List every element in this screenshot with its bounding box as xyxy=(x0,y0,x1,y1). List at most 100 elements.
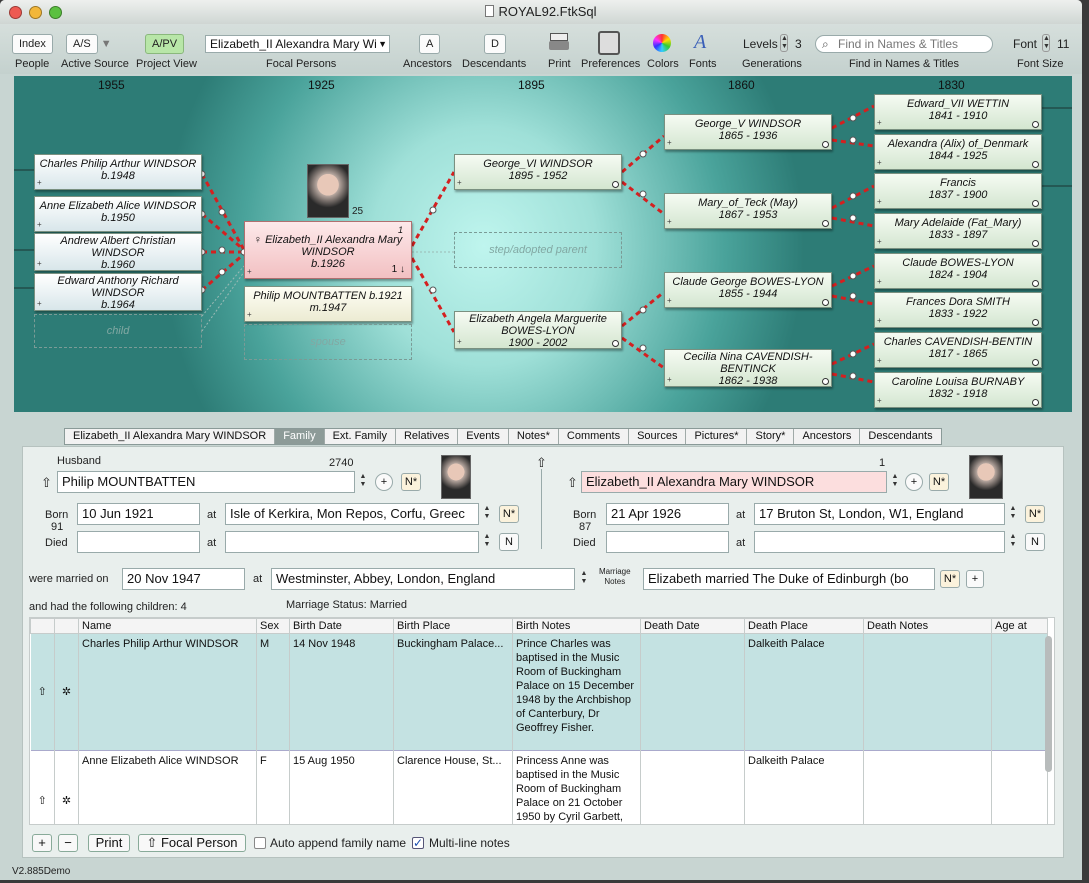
wife-stepper[interactable]: ▲ ▼ xyxy=(891,473,899,489)
wife-died-place-field[interactable] xyxy=(754,531,1005,553)
add-child-button[interactable]: + xyxy=(32,834,52,852)
husband-died-place-stepper[interactable]: ▲ ▼ xyxy=(483,533,491,549)
married-place-field[interactable]: Westminster, Abbey, London, England xyxy=(271,568,575,590)
spouse-placeholder[interactable]: spouse xyxy=(244,324,412,360)
arrow-up-icon[interactable]: ⇧ xyxy=(30,633,55,751)
child-age-cell[interactable] xyxy=(991,633,1048,751)
child-death-date-cell[interactable] xyxy=(640,750,745,824)
grandparent-card[interactable]: George_V WINDSOR 1865 - 1936 + xyxy=(664,114,832,150)
asterisk-icon[interactable]: ✲ xyxy=(54,633,79,751)
married-date-field[interactable]: 20 Nov 1947 xyxy=(122,568,245,590)
focal-person-select[interactable]: Elizabeth_II Alexandra Mary Wi ▼ xyxy=(205,35,390,53)
descendants-button[interactable]: D xyxy=(484,34,506,54)
husband-died-date-field[interactable] xyxy=(77,531,200,553)
tab-story[interactable]: Story* xyxy=(747,429,795,444)
tab-events[interactable]: Events xyxy=(458,429,509,444)
parent-card-mother[interactable]: Elizabeth Angela Marguerite BOWES-LYON 19… xyxy=(454,311,622,349)
child-name-cell[interactable]: Anne Elizabeth Alice WINDSOR xyxy=(78,750,257,824)
child-birth-place-cell[interactable]: Buckingham Palace... xyxy=(393,633,513,751)
wife-died-notes-button[interactable]: N xyxy=(1025,533,1045,551)
husband-born-notes-button[interactable]: N* xyxy=(499,505,519,523)
auto-append-checkbox[interactable] xyxy=(254,837,266,849)
printer-icon[interactable] xyxy=(549,33,569,55)
column-header[interactable] xyxy=(54,618,79,634)
close-button[interactable] xyxy=(9,6,22,19)
child-death-place-cell[interactable]: Dalkeith Palace xyxy=(744,633,864,751)
great-grandparent-card[interactable]: Edward_VII WETTIN 1841 - 1910 + xyxy=(874,94,1042,130)
grandparent-card[interactable]: Mary_of_Teck (May) 1867 - 1953 + xyxy=(664,193,832,229)
child-card[interactable]: Charles Philip Arthur WINDSOR b.1948 + xyxy=(34,154,202,190)
wife-born-notes-button[interactable]: N* xyxy=(1025,505,1045,523)
index-button[interactable]: Index xyxy=(12,34,53,54)
levels-stepper[interactable]: ▲ ▼ xyxy=(780,34,788,52)
tab-sources[interactable]: Sources xyxy=(629,429,687,444)
chevron-down-icon[interactable]: ▼ xyxy=(101,38,112,50)
column-header[interactable]: Death Date xyxy=(640,618,745,634)
print-button[interactable]: Print xyxy=(88,834,130,852)
wife-born-place-field[interactable]: 17 Bruton St, London, W1, England xyxy=(754,503,1005,525)
font-size-stepper[interactable]: ▲ ▼ xyxy=(1042,34,1050,52)
column-header[interactable]: Death Place xyxy=(744,618,864,634)
tab-descendants[interactable]: Descendants xyxy=(860,429,940,444)
tab-comments[interactable]: Comments xyxy=(559,429,630,444)
focal-person-button[interactable]: ⇧ Focal Person xyxy=(138,834,246,852)
parent-card-father[interactable]: George_VI WINDSOR 1895 - 1952 + xyxy=(454,154,622,190)
project-view-button[interactable]: A/PV xyxy=(145,34,185,54)
zoom-button[interactable] xyxy=(49,6,62,19)
wife-died-date-field[interactable] xyxy=(606,531,729,553)
child-card[interactable]: Edward Anthony Richard WINDSOR b.1964 + xyxy=(34,273,202,311)
minimize-button[interactable] xyxy=(29,6,42,19)
husband-born-place-field[interactable]: Isle of Kerkira, Mon Repos, Corfu, Greec xyxy=(225,503,479,525)
child-death-notes-cell[interactable] xyxy=(863,633,992,751)
column-header[interactable]: Sex xyxy=(256,618,290,634)
child-name-cell[interactable]: Charles Philip Arthur WINDSOR xyxy=(78,633,257,751)
add-wife-button[interactable]: + xyxy=(905,473,923,491)
grandparent-card[interactable]: Claude George BOWES-LYON 1855 - 1944 + xyxy=(664,272,832,308)
marriage-notes-field[interactable]: Elizabeth married The Duke of Edinburgh … xyxy=(643,568,935,590)
great-grandparent-card[interactable]: Caroline Louisa BURNABY 1832 - 1918 + xyxy=(874,372,1042,408)
great-grandparent-card[interactable]: Frances Dora SMITH 1833 - 1922 + xyxy=(874,292,1042,328)
asterisk-icon[interactable]: ✲ xyxy=(54,750,79,824)
child-death-place-cell[interactable]: Dalkeith Palace xyxy=(744,750,864,824)
table-row[interactable]: ⇧ ✲ Anne Elizabeth Alice WINDSOR F 15 Au… xyxy=(30,750,1048,824)
grandparent-card[interactable]: Cecilia Nina CAVENDISH-BENTINCK 1862 - 19… xyxy=(664,349,832,387)
remove-child-button[interactable]: − xyxy=(58,834,78,852)
column-header[interactable] xyxy=(30,618,55,634)
wife-name-field[interactable]: Elizabeth_II Alexandra Mary WINDSOR xyxy=(581,471,887,493)
tab-relatives[interactable]: Relatives xyxy=(396,429,459,444)
great-grandparent-card[interactable]: Charles CAVENDISH-BENTIN 1817 - 1865 + xyxy=(874,332,1042,368)
multiline-checkbox[interactable]: ✓ xyxy=(412,837,424,849)
great-grandparent-card[interactable]: Mary Adelaide (Fat_Mary) 1833 - 1897 + xyxy=(874,213,1042,249)
arrow-up-icon[interactable]: ⇧ xyxy=(567,475,578,491)
active-source-button[interactable]: A/S xyxy=(66,34,98,54)
marriage-notes-button[interactable]: N* xyxy=(940,570,960,588)
ancestors-button[interactable]: A xyxy=(419,34,441,54)
husband-name-field[interactable]: Philip MOUNTBATTEN xyxy=(57,471,355,493)
fonts-icon[interactable]: A xyxy=(694,31,706,54)
tab-person[interactable]: Elizabeth_II Alexandra Mary WINDSOR xyxy=(65,429,276,444)
great-grandparent-card[interactable]: Claude BOWES-LYON 1824 - 1904 + xyxy=(874,253,1042,289)
table-row[interactable]: ⇧ ✲ Charles Philip Arthur WINDSOR M 14 N… xyxy=(30,633,1048,751)
child-birth-place-cell[interactable]: Clarence House, St... xyxy=(393,750,513,824)
tab-notes[interactable]: Notes* xyxy=(509,429,559,444)
step-parent-placeholder[interactable]: step/adopted parent xyxy=(454,232,622,268)
child-age-cell[interactable] xyxy=(991,750,1048,824)
wife-born-date-field[interactable]: 21 Apr 1926 xyxy=(606,503,729,525)
column-header[interactable]: Death Notes xyxy=(863,618,992,634)
column-header[interactable]: Birth Notes xyxy=(512,618,641,634)
great-grandparent-card[interactable]: Francis 1837 - 1900 + xyxy=(874,173,1042,209)
arrow-up-icon[interactable]: ⇧ xyxy=(41,475,52,491)
married-place-stepper[interactable]: ▲ ▼ xyxy=(580,570,588,586)
husband-notes-button[interactable]: N* xyxy=(401,473,421,491)
add-husband-button[interactable]: + xyxy=(375,473,393,491)
husband-stepper[interactable]: ▲ ▼ xyxy=(359,473,367,489)
great-grandparent-card[interactable]: Alexandra (Alix) of_Denmark 1844 - 1925 + xyxy=(874,134,1042,170)
wife-born-place-stepper[interactable]: ▲ ▼ xyxy=(1009,505,1017,521)
child-birth-notes-cell[interactable]: Princess Anne was baptised in the Music … xyxy=(512,750,641,824)
table-scrollbar[interactable] xyxy=(1045,636,1052,772)
colors-icon[interactable] xyxy=(653,34,671,52)
child-death-notes-cell[interactable] xyxy=(863,750,992,824)
child-birth-date-cell[interactable]: 15 Aug 1950 xyxy=(289,750,394,824)
child-sex-cell[interactable]: M xyxy=(256,633,290,751)
search-input[interactable]: ⌕ Find in Names & Titles xyxy=(815,35,993,53)
